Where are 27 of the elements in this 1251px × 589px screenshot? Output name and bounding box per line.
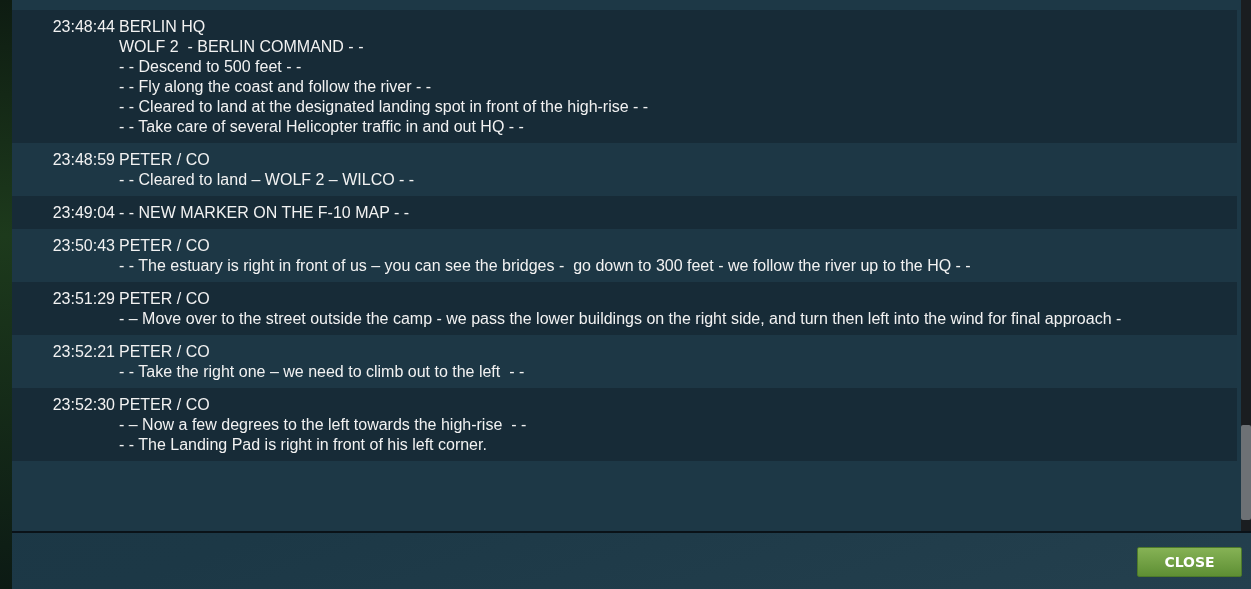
sender-name: PETER / CO [119, 289, 211, 309]
timestamp: 23:49:04 [51, 203, 116, 223]
message-text: - - Descend to 500 feet - - [119, 57, 303, 77]
timestamp: 23:48:59 [51, 150, 116, 170]
message-text: - - Fly along the coast and follow the river - - [119, 77, 433, 97]
timestamp: 23:51:29 [51, 289, 116, 309]
timestamp: 23:50:43 [51, 236, 116, 256]
timestamp: 23:52:21 [51, 342, 116, 362]
message-text: - - Cleared to land – WOLF 2 – WILCO - - [119, 170, 416, 190]
sender-name: PETER / CO [119, 395, 211, 415]
close-button[interactable]: CLOSE [1137, 547, 1242, 577]
message-text: - - Take the right one – we need to climb out to the left - - [119, 362, 526, 382]
message-text: WOLF 2 - BERLIN COMMAND - - [119, 37, 365, 57]
message-text: - - NEW MARKER ON THE F-10 MAP - - [119, 203, 411, 223]
sender-name: BERLIN HQ [119, 17, 207, 37]
message-text: - – Move over to the street outside the camp - we pass the lower buildings on the right side, and turn then left into the wind for final approach - [119, 309, 1123, 329]
sender-name: PETER / CO [119, 236, 211, 256]
message-text: - - The estuary is right in front of us – you can see the bridges - go down to 300 feet - we follow the river up to the HQ - - [119, 256, 972, 276]
timestamp: 23:52:30 [51, 395, 116, 415]
message-text: - - The Landing Pad is right in front of his left corner. [119, 435, 488, 455]
sender-name: PETER / CO [119, 342, 211, 362]
message-text: - - Take care of several Helicopter traffic in and out HQ - - [119, 117, 525, 137]
sender-name: PETER / CO [119, 150, 211, 170]
timestamp: 23:48:44 [51, 17, 116, 37]
message-text: - – Now a few degrees to the left towards the high-rise - - [119, 415, 528, 435]
message-text: - - Cleared to land at the designated landing spot in front of the high-rise - - [119, 97, 650, 117]
scrollbar[interactable] [1241, 0, 1251, 531]
